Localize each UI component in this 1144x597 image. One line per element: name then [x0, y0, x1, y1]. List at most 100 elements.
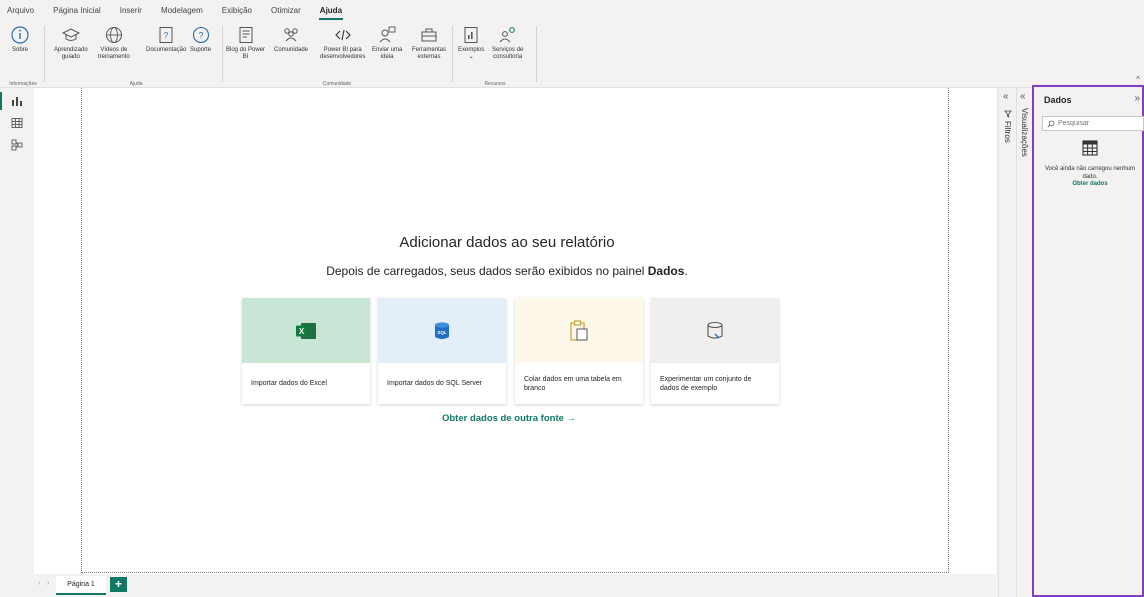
- svg-text:?: ?: [164, 31, 169, 40]
- visualizations-label: Visualizações: [1020, 108, 1029, 157]
- blog-power-bi-button[interactable]: Blog do Power BI: [226, 25, 265, 61]
- view-rail: [0, 88, 34, 597]
- code-icon: [334, 29, 351, 41]
- get-data-link[interactable]: Obter dados: [1038, 181, 1142, 187]
- enviar-ideia-label: Enviar uma ideia: [372, 47, 403, 60]
- svg-text:SQL: SQL: [437, 330, 447, 335]
- expand-visualizations-icon[interactable]: «: [1020, 91, 1026, 102]
- comunidade-button[interactable]: Comunidade: [274, 25, 308, 54]
- filters-pane[interactable]: « Filtros: [998, 88, 1016, 597]
- ribbon-separator: [222, 26, 223, 82]
- menu-modelagem[interactable]: Modelagem: [160, 4, 204, 17]
- svg-text:?: ?: [198, 31, 203, 41]
- page-tab[interactable]: Página 1: [56, 576, 106, 595]
- prev-page-icon[interactable]: ‹: [38, 580, 40, 587]
- sobre-button[interactable]: Sobre: [10, 25, 30, 54]
- menu-otimizar[interactable]: Otimizar: [270, 4, 302, 17]
- menu-ajuda[interactable]: Ajuda: [318, 4, 344, 20]
- no-data-message: Você ainda não carregou nenhum dado.: [1044, 166, 1136, 180]
- menu-inserir[interactable]: Inserir: [119, 4, 143, 17]
- videos-treinamento-button[interactable]: Vídeos de treinamento: [98, 25, 130, 61]
- menu-exibicao[interactable]: Exibição: [221, 4, 253, 17]
- documentacao-label: Documentação: [146, 47, 187, 53]
- ribbon-group-recursos: Exemplos ⌄ Serviços de consultoria Recur…: [456, 23, 534, 87]
- aprendizado-guiado-button[interactable]: Aprendizado guiado: [54, 25, 88, 61]
- card-label: Importar dados do Excel: [251, 380, 327, 387]
- sample-dataset-card[interactable]: Experimentar um conjunto de dados de exe…: [651, 298, 779, 404]
- model-view-button[interactable]: [10, 138, 24, 152]
- servicos-consultoria-button[interactable]: Serviços de consultoria: [492, 25, 523, 61]
- card-header: [515, 298, 643, 363]
- filters-label: Filtros: [1003, 121, 1012, 143]
- svg-text:X: X: [299, 327, 305, 336]
- data-search-input[interactable]: [1058, 120, 1138, 127]
- documentacao-button[interactable]: ? Documentação: [146, 25, 186, 54]
- import-excel-card[interactable]: X Importar dados do Excel: [242, 298, 370, 404]
- data-table-icon: [1081, 139, 1099, 162]
- ribbon-separator: [536, 26, 537, 82]
- data-pane-title: Dados: [1044, 95, 1072, 105]
- ribbon-group-informacoes: Sobre Informações: [4, 23, 42, 87]
- sql-server-icon: SQL: [435, 321, 449, 339]
- filter-icon: [1004, 110, 1012, 118]
- ribbon-group-ajuda: Aprendizado guiado Vídeos de treinamento…: [54, 23, 218, 87]
- group-label-recursos: Recursos: [484, 81, 506, 87]
- ribbon-separator: [44, 26, 45, 82]
- globe-icon: [105, 27, 122, 43]
- graduation-cap-icon: [61, 28, 80, 41]
- ferramentas-externas-button[interactable]: Ferramentas externas: [412, 25, 446, 61]
- sobre-label: Sobre: [11, 47, 28, 53]
- expand-filters-icon[interactable]: «: [1003, 91, 1009, 102]
- menu-pagina-inicial[interactable]: Página Inicial: [52, 4, 102, 17]
- blog-label: Blog do Power BI: [226, 47, 266, 60]
- card-label: Importar dados do SQL Server: [387, 380, 483, 387]
- card-label: Colar dados em uma tabela em branco: [524, 375, 622, 392]
- menu-arquivo[interactable]: Arquivo: [6, 4, 35, 17]
- consulting-icon: [499, 27, 515, 43]
- get-data-other-source-link[interactable]: Obter dados de outra fonte →: [0, 413, 1018, 424]
- visualizations-pane[interactable]: « Visualizações: [1016, 88, 1032, 597]
- idea-person-icon: [379, 26, 396, 43]
- group-label-informacoes: Informações: [9, 81, 37, 87]
- ferramentas-label: Ferramentas externas: [412, 47, 447, 60]
- card-header: X: [242, 298, 370, 363]
- collapse-ribbon-icon[interactable]: ^: [1136, 75, 1140, 84]
- enviar-ideia-button[interactable]: Enviar uma ideia: [372, 25, 402, 61]
- subtitle-suffix: .: [684, 264, 688, 278]
- subtitle-bold: Dados: [647, 264, 685, 278]
- card-label: Experimentar um conjunto de dados de exe…: [660, 375, 752, 392]
- card-header: SQL: [378, 298, 506, 363]
- collapse-data-pane-icon[interactable]: »: [1134, 93, 1140, 104]
- power-bi-dev-button[interactable]: Power BI para desenvolvedores: [320, 25, 365, 61]
- sample-dataset-icon: [707, 321, 723, 339]
- comunidade-label: Comunidade: [274, 47, 309, 53]
- power-bi-dev-label: Power BI para desenvolvedores: [320, 47, 366, 60]
- toolbox-icon: [421, 28, 437, 42]
- suporte-label: Suporte: [190, 47, 212, 53]
- ribbon: Sobre Informações Aprendizado guiado Víd…: [0, 20, 1144, 88]
- table-view-button[interactable]: [10, 116, 24, 130]
- add-page-button[interactable]: +: [110, 577, 127, 592]
- suporte-button[interactable]: ? Suporte: [190, 25, 211, 54]
- report-view-button[interactable]: [0, 92, 24, 110]
- table-icon: [11, 118, 23, 128]
- add-data-subtitle: Depois de carregados, seus dados serão e…: [0, 264, 1014, 278]
- aprendizado-label: Aprendizado guiado: [54, 47, 88, 60]
- data-search-box[interactable]: [1042, 116, 1144, 131]
- paste-data-card[interactable]: Colar dados em uma tabela em branco: [515, 298, 643, 404]
- exemplos-button[interactable]: Exemplos ⌄: [458, 25, 484, 61]
- sample-report-icon: [464, 27, 478, 43]
- blog-icon: [239, 27, 253, 43]
- menu-bar: Arquivo Página Inicial Inserir Modelagem…: [0, 0, 1144, 20]
- exemplos-label: Exemplos ⌄: [458, 47, 485, 60]
- card-header: [651, 298, 779, 363]
- ribbon-separator: [452, 26, 453, 82]
- next-page-icon[interactable]: ›: [47, 580, 49, 587]
- document-question-icon: ?: [159, 27, 173, 43]
- data-pane: Dados » Você ainda não carregou nenhum d…: [1032, 85, 1144, 597]
- import-sql-server-card[interactable]: SQL Importar dados do SQL Server: [378, 298, 506, 404]
- excel-icon: X: [296, 322, 316, 339]
- community-icon: [284, 28, 298, 42]
- model-icon: [11, 139, 23, 151]
- servicos-label: Serviços de consultoria: [492, 47, 524, 60]
